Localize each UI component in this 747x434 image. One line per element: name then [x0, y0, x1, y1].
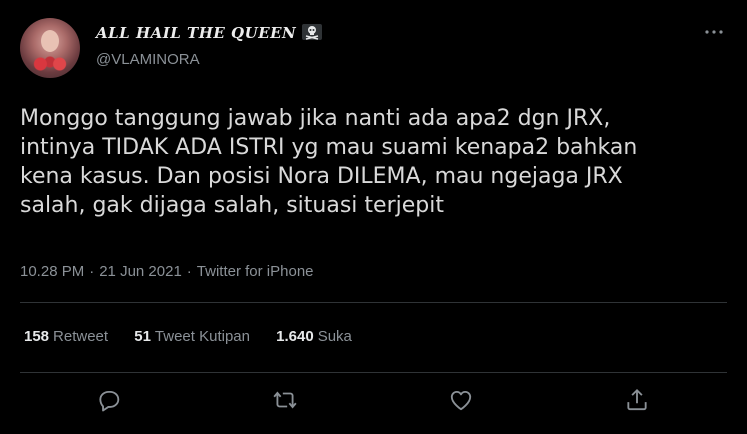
author-handle[interactable]: @VLAMINORA	[96, 51, 200, 68]
reply-icon	[99, 390, 120, 412]
share-icon	[627, 388, 647, 411]
tweet-metadata: 10.28 PM · 21 Jun 2021 · Twitter for iPhone	[20, 263, 314, 280]
avatar-face	[41, 30, 59, 52]
retweet-button[interactable]	[272, 387, 298, 413]
share-button[interactable]	[624, 387, 650, 413]
tweet-text-line: salah, gak dijaga salah, situasi terjepi…	[20, 193, 444, 218]
tweet-text-line: kena kasus. Dan posisi Nora DILEMA, mau …	[20, 164, 623, 189]
quote-count-link[interactable]: 51 Tweet Kutipan	[134, 328, 250, 345]
avatar[interactable]	[20, 18, 80, 78]
retweet-icon	[273, 391, 297, 409]
retweet-count: 158	[24, 328, 50, 345]
like-icon	[450, 390, 472, 411]
tweet-actions	[20, 387, 727, 413]
divider	[20, 372, 727, 373]
retweet-label: Retweet	[53, 328, 109, 345]
quote-label: Tweet Kutipan	[154, 328, 250, 345]
skull-crossbones-icon	[302, 24, 323, 40]
like-count-link[interactable]: 1.640 Suka	[276, 328, 352, 345]
author-display-name[interactable]: ALL HAIL THE QUEEN	[96, 24, 323, 42]
separator-dot: ·	[186, 263, 192, 280]
tweet-text: Monggo tanggung jawab jika nanti ada apa…	[20, 104, 730, 220]
tweet-source[interactable]: Twitter for iPhone	[197, 263, 314, 280]
tweet-card: ALL HAIL THE QUEEN @VLAMINORA Monggo tan…	[0, 0, 747, 434]
tweet-time[interactable]: 10.28 PM	[20, 263, 84, 280]
like-count: 1.640	[276, 328, 314, 345]
divider	[20, 302, 727, 303]
tweet-text-line: Monggo tanggung jawab jika nanti ada apa…	[20, 106, 611, 131]
more-options-icon[interactable]	[703, 24, 725, 38]
quote-count: 51	[134, 328, 151, 345]
separator-dot: ·	[89, 263, 95, 280]
retweet-count-link[interactable]: 158 Retweet	[24, 328, 108, 345]
like-button[interactable]	[448, 387, 474, 413]
tweet-text-line: intinya TIDAK ADA ISTRI yg mau suami ken…	[20, 135, 638, 160]
author-name-text: ALL HAIL THE QUEEN	[96, 24, 297, 42]
tweet-stats: 158 Retweet 51 Tweet Kutipan 1.640 Suka	[24, 328, 374, 345]
avatar-flowers	[26, 54, 74, 74]
reply-button[interactable]	[96, 387, 122, 413]
like-label: Suka	[317, 328, 352, 345]
tweet-date[interactable]: 21 Jun 2021	[99, 263, 182, 280]
